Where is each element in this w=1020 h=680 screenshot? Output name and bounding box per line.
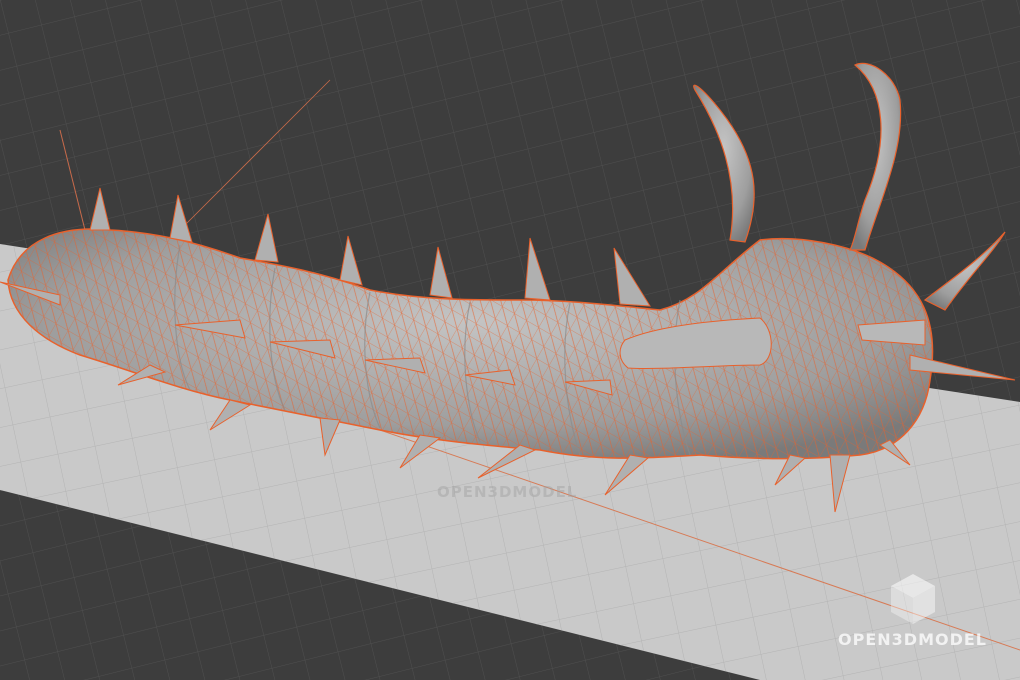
3d-viewport[interactable]: OPEN3DMODEL OPEN3DMODEL bbox=[0, 0, 1020, 680]
watermark-center: OPEN3DMODEL bbox=[437, 483, 578, 501]
cube-icon bbox=[891, 574, 935, 624]
watermark-corner: OPEN3DMODEL bbox=[838, 630, 987, 649]
scene-canvas[interactable] bbox=[0, 0, 1020, 680]
